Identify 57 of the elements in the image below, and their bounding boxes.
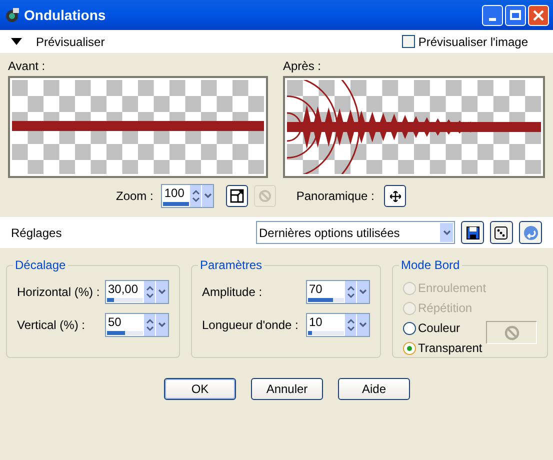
spin-arrows-icon[interactable] — [144, 281, 155, 303]
field-label: Horizontal (%) : — [17, 284, 101, 301]
move-icon — [390, 190, 401, 202]
reset-button[interactable] — [519, 221, 542, 244]
no-entry-icon — [258, 189, 272, 203]
spin-arrows-icon[interactable] — [144, 314, 155, 336]
window-title: Ondulations — [24, 6, 106, 24]
presets-label: Réglages — [11, 224, 62, 242]
field-value: 100 — [163, 185, 186, 202]
field-value: 50 — [107, 314, 122, 331]
zoom-label: Zoom : — [116, 188, 154, 205]
dialog-button[interactable]: Annuler — [251, 378, 323, 400]
field-label: Vertical (%) : — [17, 317, 86, 334]
number-field[interactable]: 10 — [306, 313, 370, 337]
number-field[interactable]: 30,00 — [105, 280, 169, 304]
field-label: Amplitude : — [202, 284, 264, 301]
caret-icon — [11, 38, 22, 45]
app-icon — [4, 7, 20, 23]
pan-label: Panoramique : — [296, 188, 374, 205]
before-label: Avant : — [8, 59, 46, 74]
minimize-icon — [489, 18, 496, 20]
spin-arrows-icon[interactable] — [345, 314, 356, 336]
dialog-button[interactable]: OK — [164, 378, 236, 400]
radio-option[interactable]: Transparent — [403, 340, 486, 356]
maximize-button[interactable] — [505, 4, 526, 26]
field-value: 10 — [308, 314, 324, 331]
field-value: 30,00 — [107, 281, 140, 298]
presets-dropdown[interactable]: Dernières options utilisées — [256, 221, 455, 244]
maximize-icon — [510, 10, 521, 20]
close-button[interactable] — [528, 4, 549, 26]
undo-icon — [522, 224, 538, 240]
spin-arrows-icon[interactable] — [190, 185, 201, 207]
number-field[interactable]: 70 — [306, 280, 370, 304]
no-entry-icon — [504, 324, 520, 340]
radio-option[interactable]: Couleur — [403, 320, 486, 336]
color-swatch[interactable] — [486, 321, 537, 344]
after-label: Après : — [283, 59, 322, 74]
close-icon — [533, 10, 544, 20]
resize-icon — [230, 189, 244, 203]
minimize-button[interactable] — [482, 4, 503, 26]
group-title: Décalage — [13, 258, 68, 272]
field-value: 70 — [308, 281, 324, 298]
dice-icon — [494, 225, 509, 240]
preview-toggle[interactable]: Prévisualiser — [11, 32, 105, 50]
spin-arrows-icon[interactable] — [345, 281, 356, 303]
zoom-bar — [163, 202, 190, 206]
pan-button[interactable] — [384, 185, 406, 207]
number-field[interactable]: 100 — [161, 184, 214, 208]
randomize-button[interactable] — [490, 221, 513, 244]
group-title: Mode Bord — [399, 258, 462, 272]
dialog-button[interactable]: Aide — [338, 378, 410, 400]
group-title: Paramètres — [198, 258, 264, 272]
number-field[interactable]: 50 — [105, 313, 169, 337]
save-button[interactable] — [461, 221, 484, 244]
preview-image-checkbox[interactable]: Prévisualiser l'image — [402, 32, 528, 50]
fit-button[interactable] — [226, 185, 248, 207]
field-label: Longueur d'onde : — [202, 317, 300, 334]
